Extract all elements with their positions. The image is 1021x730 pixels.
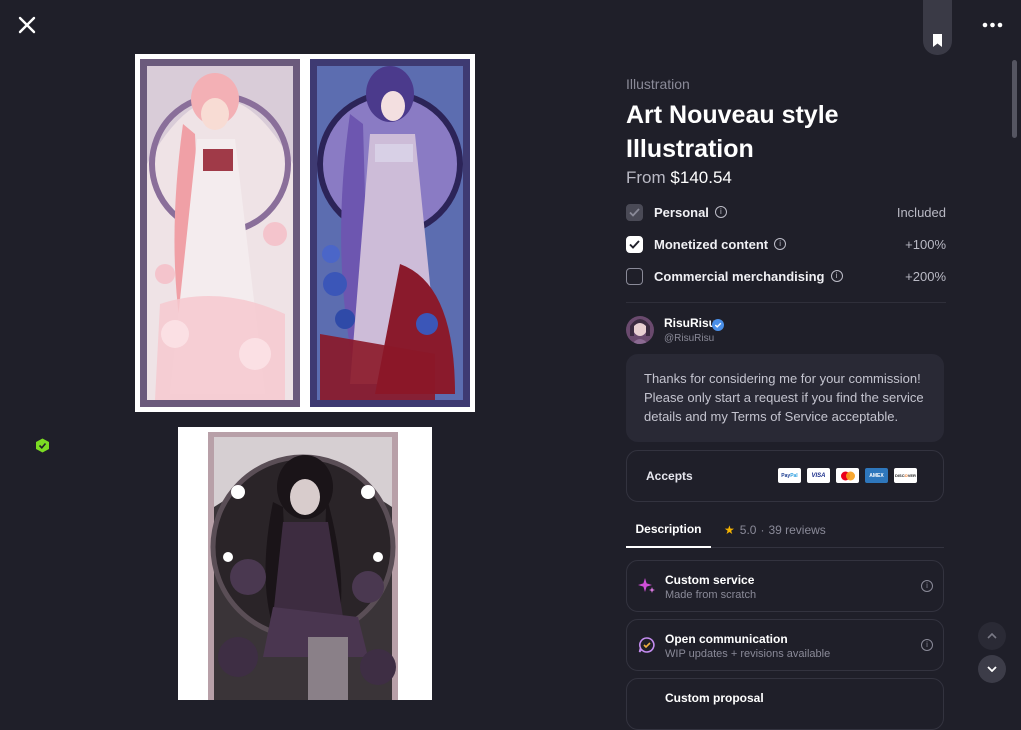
option-commercial-merchandising[interactable]: Commercial merchandising i +200%: [626, 265, 946, 287]
feature-open-communication[interactable]: Open communication WIP updates + revisio…: [626, 619, 944, 671]
more-options-button[interactable]: [980, 16, 1006, 34]
tab-reviews[interactable]: ★ 5.0 · 39 reviews: [724, 523, 826, 537]
sparkle-icon: [638, 577, 656, 595]
feature-subtitle: Made from scratch: [665, 589, 757, 601]
listing-category: Illustration: [626, 76, 690, 92]
listing-tabs: Description ★ 5.0 · 39 reviews: [626, 517, 944, 548]
more-horizontal-icon: [982, 22, 1003, 28]
rating-value: 5.0: [739, 523, 757, 537]
feature-subtitle: WIP updates + revisions available: [665, 648, 831, 660]
feature-custom-proposal[interactable]: Custom proposal: [626, 678, 944, 730]
accepted-payments: Accepts Pay Pal VISA AMEX DISCOVER: [626, 450, 944, 502]
verified-badge-icon: [712, 318, 724, 331]
scroll-up-button[interactable]: [978, 622, 1006, 650]
option-personal[interactable]: Personal i Included: [626, 201, 946, 223]
seller-info[interactable]: RisuRisu @RisuRisu: [626, 316, 946, 346]
close-icon: [18, 16, 36, 34]
monetized-checkbox[interactable]: [626, 235, 643, 253]
mastercard-icon: [836, 468, 859, 483]
option-label: Monetized content: [654, 236, 769, 252]
check-icon: [629, 207, 640, 217]
listing-title: Art Nouveau style Illustration: [626, 101, 839, 163]
artwork-image-2[interactable]: [178, 427, 432, 700]
personal-checkbox[interactable]: [626, 203, 643, 221]
info-icon[interactable]: i: [774, 238, 787, 250]
paypal-icon: Pay Pal: [778, 468, 801, 483]
feature-title: Custom service: [665, 573, 755, 587]
feature-title: Open communication: [665, 632, 788, 646]
discover-icon: DISCOVER: [894, 468, 917, 483]
platform-badge-icon: [35, 438, 50, 453]
info-icon[interactable]: i: [714, 206, 727, 218]
option-monetized-content[interactable]: Monetized content i +100%: [626, 233, 946, 255]
scroll-down-button[interactable]: [978, 655, 1006, 683]
commercial-checkbox[interactable]: [626, 267, 643, 285]
info-icon[interactable]: i: [921, 580, 933, 592]
seller-message: Thanks for considering me for your commi…: [626, 354, 944, 442]
option-value: +100%: [905, 236, 946, 252]
option-label: Personal: [654, 204, 709, 220]
payment-cards: Pay Pal VISA AMEX DISCOVER: [778, 468, 917, 483]
chat-icon: [638, 636, 656, 654]
check-icon: [629, 239, 640, 249]
bookmark-icon: [933, 34, 942, 47]
price-value: $140.54: [670, 168, 732, 187]
star-icon: ★: [724, 523, 735, 537]
feature-title: Custom proposal: [665, 691, 764, 705]
info-icon[interactable]: i: [921, 639, 933, 651]
chevron-up-icon: [987, 633, 997, 639]
option-label: Commercial merchandising: [654, 268, 825, 284]
review-count: 39 reviews: [768, 523, 826, 537]
bookmark-button[interactable]: [923, 0, 952, 55]
listing-price: From $140.54: [626, 168, 732, 188]
amex-icon: AMEX: [865, 468, 888, 483]
accepts-label: Accepts: [646, 469, 693, 483]
close-button[interactable]: [16, 14, 38, 36]
avatar[interactable]: [626, 316, 654, 344]
seller-handle: @RisuRisu: [664, 333, 715, 344]
visa-icon: VISA: [807, 468, 830, 483]
chevron-down-icon: [987, 666, 997, 672]
rating-separator: ·: [760, 523, 765, 537]
option-value: Included: [896, 204, 946, 220]
divider: [626, 302, 946, 303]
option-value: +200%: [905, 268, 946, 284]
price-prefix: From: [626, 168, 666, 187]
seller-name[interactable]: RisuRisu: [664, 316, 716, 330]
artwork-image-1[interactable]: [135, 54, 475, 412]
scrollbar-thumb[interactable]: [1012, 60, 1017, 138]
info-icon[interactable]: i: [830, 270, 843, 282]
tab-description[interactable]: Description: [626, 517, 711, 548]
feature-custom-service[interactable]: Custom service Made from scratch i: [626, 560, 944, 612]
